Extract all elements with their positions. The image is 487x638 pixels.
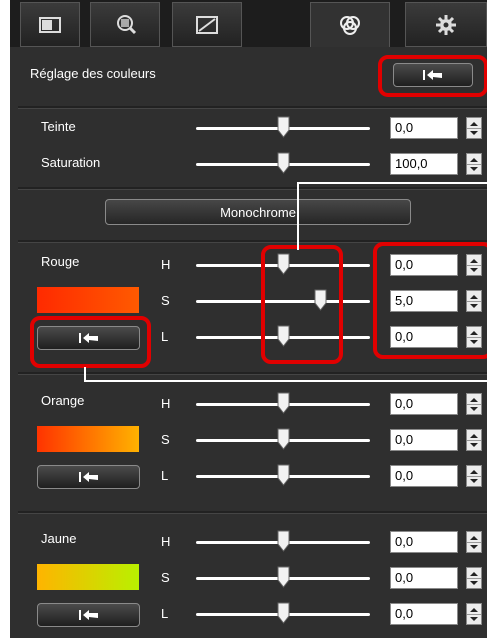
color-swatch <box>37 426 139 452</box>
color-swatch <box>37 564 139 590</box>
spin-up-icon[interactable] <box>470 572 478 576</box>
spin-up-icon[interactable] <box>470 398 478 402</box>
spin-up-icon[interactable] <box>470 608 478 612</box>
jaune-hue-spinner[interactable] <box>466 531 482 553</box>
highlight-color-reset <box>30 316 151 368</box>
hsl-channel-label: S <box>161 293 170 308</box>
color-reset-button[interactable] <box>37 465 140 489</box>
saturation-value-field[interactable]: 100,0 <box>390 153 458 175</box>
tab-settings[interactable] <box>405 2 487 47</box>
hue-value-field[interactable]: 0,0 <box>390 117 458 139</box>
color-reset-button[interactable] <box>37 603 140 627</box>
tab-zoom-detail[interactable] <box>90 2 160 47</box>
spin-down-icon[interactable] <box>470 479 478 483</box>
jaune-lightness-value-field[interactable]: 0,0 <box>390 603 458 625</box>
hsl-channel-label: H <box>161 396 171 411</box>
orange-hue-slider-thumb[interactable] <box>277 392 290 414</box>
color-group-name: Orange <box>41 393 85 408</box>
spin-down-icon[interactable] <box>470 407 478 411</box>
color-group-name: Jaune <box>41 531 77 546</box>
hsl-channel-label: L <box>161 468 169 483</box>
hue-spinner[interactable] <box>466 117 482 139</box>
zoom-detail-icon <box>117 14 137 34</box>
spin-down-icon[interactable] <box>470 545 478 549</box>
hsl-channel-label: L <box>161 329 169 344</box>
color-group-name: Rouge <box>41 254 80 269</box>
spin-down-icon[interactable] <box>470 581 478 585</box>
tab-basic-adjust[interactable] <box>20 2 80 47</box>
spin-down-icon[interactable] <box>470 131 478 135</box>
callout-line-top <box>297 182 487 250</box>
spin-down-icon[interactable] <box>470 617 478 621</box>
spin-down-icon[interactable] <box>470 167 478 171</box>
divider <box>18 106 487 109</box>
global-label-0: Teinte <box>41 119 76 134</box>
global-label-1: Saturation <box>41 155 101 170</box>
spin-up-icon[interactable] <box>470 122 478 126</box>
tab-color-adjust[interactable] <box>310 2 390 47</box>
tool-tab-bar <box>10 0 487 47</box>
highlight-panel-reset <box>378 55 487 97</box>
spin-up-icon[interactable] <box>470 536 478 540</box>
highlight-slider-thumbs <box>261 245 343 364</box>
basic-adjust-icon <box>39 16 61 33</box>
divider <box>18 511 487 514</box>
orange-saturation-spinner[interactable] <box>466 429 482 451</box>
settings-gear-icon <box>436 14 456 35</box>
jaune-saturation-value-field[interactable]: 0,0 <box>390 567 458 589</box>
orange-saturation-slider-thumb[interactable] <box>277 428 290 450</box>
orange-lightness-slider-thumb[interactable] <box>277 464 290 486</box>
tone-curve-icon <box>196 15 218 34</box>
orange-hue-spinner[interactable] <box>466 393 482 415</box>
hsl-channel-label: H <box>161 257 171 272</box>
saturation-slider-thumb[interactable] <box>277 152 290 174</box>
hsl-channel-label: S <box>161 432 170 447</box>
color-swatch <box>37 287 139 313</box>
orange-lightness-value-field[interactable]: 0,0 <box>390 465 458 487</box>
reset-arrow-icon <box>78 472 98 482</box>
callout-line-bottom <box>84 367 487 382</box>
saturation-spinner[interactable] <box>466 153 482 175</box>
highlight-value-fields <box>373 242 487 359</box>
orange-hue-value-field[interactable]: 0,0 <box>390 393 458 415</box>
orange-saturation-value-field[interactable]: 0,0 <box>390 429 458 451</box>
color-adjustment-panel: Réglage des couleurs Teinte 0,0 Saturation… <box>0 0 487 638</box>
hsl-channel-label: L <box>161 606 169 621</box>
color-adjust-icon <box>340 16 360 35</box>
spin-up-icon[interactable] <box>470 158 478 162</box>
orange-lightness-spinner[interactable] <box>466 465 482 487</box>
panel-title: Réglage des couleurs <box>30 66 156 81</box>
hue-slider-thumb[interactable] <box>277 116 290 138</box>
reset-arrow-icon <box>78 610 98 620</box>
jaune-saturation-spinner[interactable] <box>466 567 482 589</box>
tab-tone-curve[interactable] <box>172 2 242 47</box>
jaune-saturation-slider-thumb[interactable] <box>277 566 290 588</box>
hsl-channel-label: H <box>161 534 171 549</box>
spin-up-icon[interactable] <box>470 434 478 438</box>
spin-down-icon[interactable] <box>470 443 478 447</box>
jaune-lightness-slider-thumb[interactable] <box>277 602 290 624</box>
jaune-lightness-spinner[interactable] <box>466 603 482 625</box>
jaune-hue-value-field[interactable]: 0,0 <box>390 531 458 553</box>
jaune-hue-slider-thumb[interactable] <box>277 530 290 552</box>
hsl-channel-label: S <box>161 570 170 585</box>
spin-up-icon[interactable] <box>470 470 478 474</box>
